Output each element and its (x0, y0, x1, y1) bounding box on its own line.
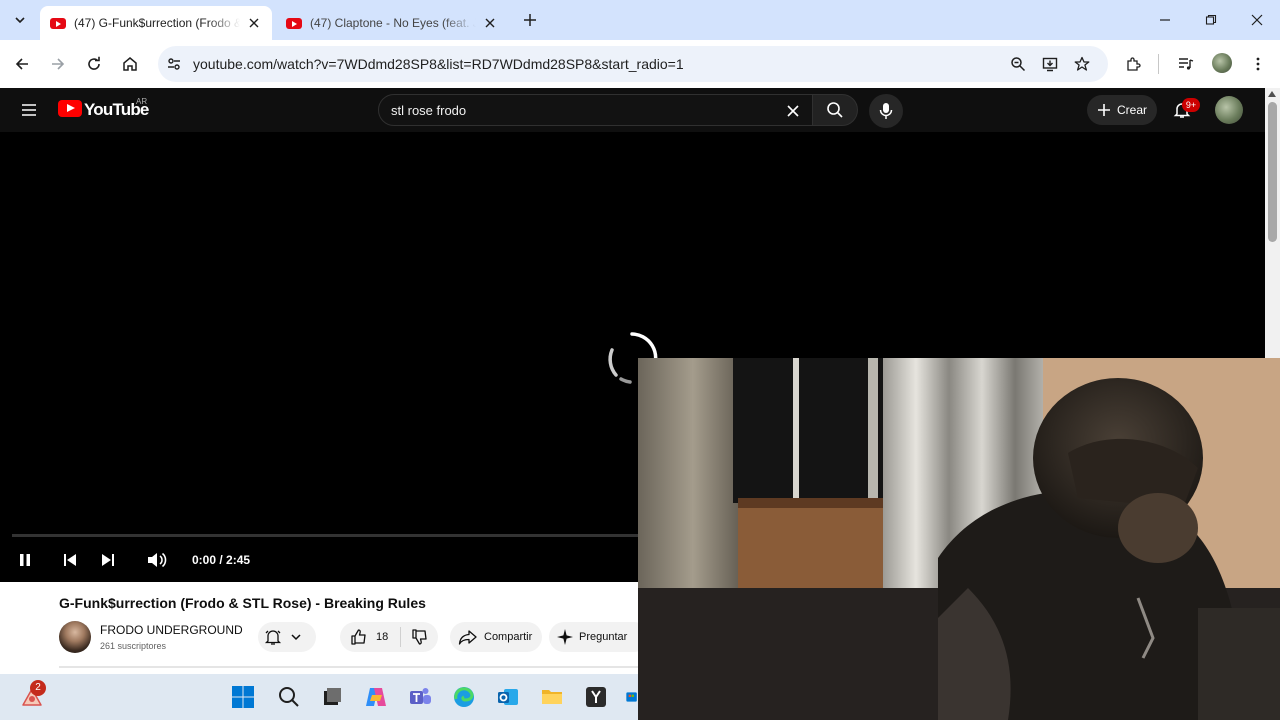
channel-avatar[interactable] (59, 621, 91, 653)
webcam-feed-image (638, 358, 1280, 720)
subscribed-notifications-button[interactable] (258, 622, 316, 652)
previous-icon (64, 554, 76, 566)
section-divider (59, 666, 639, 668)
hamburger-menu-icon[interactable] (17, 98, 41, 122)
volume-icon (148, 552, 167, 568)
taskbar-search-icon[interactable] (275, 683, 303, 711)
thumbs-up-icon (351, 629, 366, 645)
bookmark-star-icon[interactable] (1070, 52, 1094, 76)
close-icon[interactable] (246, 15, 262, 31)
install-app-icon[interactable] (1038, 52, 1062, 76)
subscriber-count: 261 suscriptores (100, 641, 167, 651)
windows-start-icon[interactable] (229, 683, 257, 711)
next-icon (102, 554, 114, 566)
plus-icon (1098, 104, 1110, 116)
ask-button[interactable]: Preguntar (549, 622, 649, 652)
share-button[interactable]: Compartir (450, 622, 542, 652)
store-icon[interactable] (624, 683, 638, 711)
youtube-favicon-icon (286, 17, 302, 29)
search-query-text: stl rose frodo (391, 103, 467, 118)
file-explorer-icon[interactable] (538, 683, 566, 711)
search-icon (827, 102, 843, 118)
voice-search-button[interactable] (869, 94, 903, 128)
youtube-favicon-icon (50, 17, 66, 29)
media-control-icon[interactable] (1174, 52, 1198, 76)
taskbar-notification-badge: 2 (30, 680, 46, 696)
dislike-button[interactable] (401, 628, 438, 646)
search-input[interactable]: stl rose frodo (378, 94, 814, 126)
share-label: Compartir (484, 631, 533, 643)
create-button[interactable]: Crear (1087, 95, 1157, 125)
video-time-display: 0:00 / 2:45 (192, 553, 251, 567)
search-button[interactable] (812, 94, 858, 126)
reload-icon[interactable] (82, 52, 106, 76)
tab-search-chevron-icon[interactable] (8, 8, 32, 32)
task-view-icon[interactable] (318, 683, 346, 711)
microphone-icon (879, 103, 893, 119)
outlook-icon[interactable] (494, 683, 522, 711)
bell-icon (264, 630, 282, 645)
browser-toolbar: youtube.com/watch?v=7WDdmd28SP8&list=RD7… (0, 40, 1280, 88)
zoom-icon[interactable] (1006, 52, 1030, 76)
volume-button[interactable] (145, 548, 169, 572)
next-button[interactable] (96, 548, 120, 572)
teams-icon[interactable] (406, 683, 434, 711)
yandex-browser-icon[interactable] (582, 683, 610, 711)
close-icon[interactable] (482, 15, 498, 31)
pause-icon (20, 554, 30, 566)
url-text: youtube.com/watch?v=7WDdmd28SP8&list=RD7… (193, 56, 684, 72)
browser-tab-strip: (47) G-Funk$urrection (Frodo & STL Rose)… (0, 0, 1280, 40)
tab-title: (47) G-Funk$urrection (Frodo & STL Rose)… (74, 16, 240, 30)
close-window-icon[interactable] (1245, 8, 1269, 32)
scrollbar-thumb[interactable] (1268, 102, 1277, 242)
site-info-icon[interactable] (162, 52, 186, 76)
chevron-down-icon (291, 634, 301, 641)
browser-tab-active[interactable]: (47) G-Funk$urrection (Frodo & STL Rose)… (40, 6, 272, 40)
edge-browser-icon[interactable] (450, 683, 478, 711)
more-menu-icon[interactable] (1246, 52, 1270, 76)
new-tab-button[interactable] (520, 10, 540, 30)
minimize-icon[interactable] (1153, 8, 1177, 32)
browser-tab[interactable]: (47) Claptone - No Eyes (feat. Jaw) (276, 6, 508, 40)
channel-name[interactable]: FRODO UNDERGROUND (100, 623, 243, 637)
copilot-icon[interactable] (362, 683, 390, 711)
video-title: G-Funk$urrection (Frodo & STL Rose) - Br… (59, 595, 426, 611)
like-count: 18 (376, 631, 389, 643)
sparkle-icon (557, 629, 573, 645)
scroll-up-arrow-icon[interactable] (1268, 91, 1276, 97)
account-avatar[interactable] (1215, 96, 1243, 124)
previous-button[interactable] (58, 548, 82, 572)
like-button[interactable]: 18 (340, 628, 400, 646)
youtube-header: YouTube AR stl rose frodo Crear (0, 88, 1265, 132)
restore-icon[interactable] (1199, 8, 1223, 32)
forward-arrow-icon[interactable] (46, 52, 70, 76)
clear-search-icon[interactable] (783, 101, 803, 121)
profile-avatar[interactable] (1212, 53, 1232, 73)
extensions-icon[interactable] (1121, 52, 1145, 76)
like-dislike-group: 18 (340, 622, 438, 652)
youtube-logo-icon[interactable] (58, 100, 82, 117)
thumbs-down-icon (411, 629, 427, 645)
webcam-overlay[interactable] (638, 358, 1280, 720)
home-icon[interactable] (118, 52, 142, 76)
address-bar[interactable]: youtube.com/watch?v=7WDdmd28SP8&list=RD7… (158, 46, 1108, 82)
toolbar-divider (1158, 54, 1159, 74)
create-label: Crear (1117, 103, 1148, 117)
back-arrow-icon[interactable] (10, 52, 34, 76)
pause-button[interactable] (13, 548, 37, 572)
share-icon (458, 630, 477, 645)
tab-title: (47) Claptone - No Eyes (feat. Jaw) (310, 16, 476, 30)
notification-count-badge: 9+ (1182, 98, 1200, 112)
ask-label: Preguntar (579, 631, 628, 643)
region-code: AR (136, 97, 148, 106)
